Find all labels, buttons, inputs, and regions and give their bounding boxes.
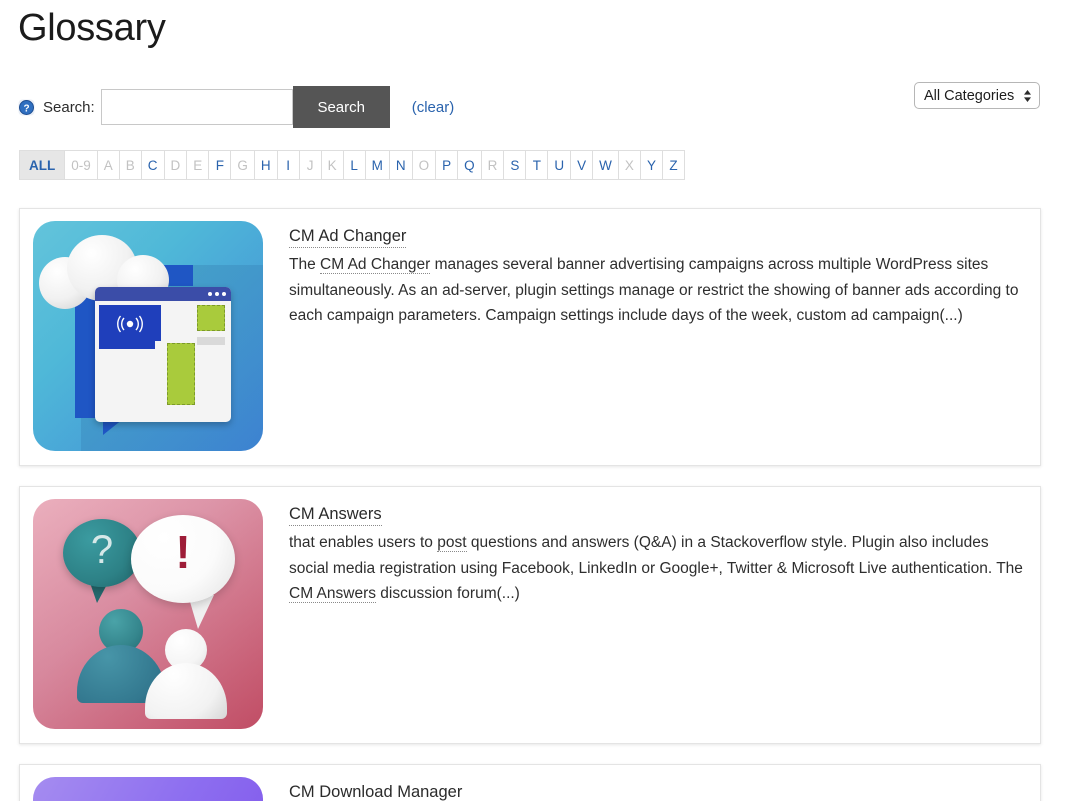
question-bubble-icon: ? — [63, 519, 141, 587]
glossary-term[interactable]: post — [437, 534, 467, 552]
entry-body: CM Download Manager — [289, 777, 1026, 801]
alpha-nav-item-w[interactable]: W — [593, 151, 619, 179]
alpha-nav-item-d: D — [164, 151, 188, 179]
alpha-nav-item-h[interactable]: H — [254, 151, 278, 179]
glossary-term[interactable]: CM Answers — [289, 585, 376, 603]
alpha-nav-item-a: A — [97, 151, 120, 179]
description-text: The — [289, 256, 321, 273]
entry-title-link[interactable]: CM Download Manager — [289, 781, 462, 801]
entry-description: that enables users to post questions and… — [289, 530, 1026, 607]
alpha-nav-item-j: J — [299, 151, 322, 179]
alpha-nav-item-k: K — [321, 151, 344, 179]
alpha-nav-item-s[interactable]: S — [504, 151, 527, 179]
alpha-nav-item-all[interactable]: ALL — [20, 151, 66, 179]
cm-answers-thumbnail[interactable]: ? ! — [33, 499, 263, 729]
alpha-nav-item-o: O — [412, 151, 437, 179]
description-text: that enables users to — [289, 534, 438, 551]
glossary-term[interactable]: CM Ad Changer — [320, 256, 431, 274]
glossary-page: Glossary ? Search: Search (clear) All Ca… — [0, 0, 1070, 801]
alpha-nav-item-p[interactable]: P — [436, 151, 459, 179]
alphabet-nav: ALL 0-9 A B C D E F G H I J K L M N O P Q R S T U V W X Y Z — [19, 150, 685, 180]
entry-description: The CM Ad Changer manages several banner… — [289, 252, 1026, 329]
alpha-nav-item-b: B — [119, 151, 142, 179]
clear-link[interactable]: (clear) — [412, 99, 455, 116]
entry-title-link[interactable]: CM Ad Changer — [289, 225, 407, 248]
search-input[interactable] — [100, 89, 293, 125]
entry-title-link[interactable]: CM Answers — [289, 503, 382, 526]
alpha-nav-item-n[interactable]: N — [389, 151, 413, 179]
person-avatar-icon — [145, 629, 227, 721]
alpha-nav-item-m[interactable]: M — [365, 151, 390, 179]
alpha-nav-item-z[interactable]: Z — [662, 151, 685, 179]
page-title: Glossary — [18, 7, 166, 49]
alpha-nav-item-y[interactable]: Y — [640, 151, 663, 179]
alpha-nav-item-i[interactable]: I — [277, 151, 300, 179]
search-button[interactable]: Search — [292, 86, 390, 128]
svg-text:?: ? — [23, 103, 29, 114]
category-filter: All Categories — [914, 82, 1040, 109]
glossary-entry-card[interactable]: ? ! CM Answers that enables users to pos… — [19, 486, 1041, 744]
alpha-nav-item-r: R — [481, 151, 505, 179]
glossary-entry-card[interactable]: CM Ad Changer The CM Ad Changer manages … — [19, 208, 1041, 466]
exclamation-bubble-icon: ! — [131, 515, 235, 603]
entry-body: CM Ad Changer The CM Ad Changer manages … — [289, 221, 1026, 329]
help-circle-icon[interactable]: ? — [18, 99, 35, 116]
alpha-nav-item-09: 0-9 — [65, 151, 98, 179]
entry-body: CM Answers that enables users to post qu… — [289, 499, 1026, 607]
description-text: discussion forum(...) — [376, 585, 520, 602]
alpha-nav-item-f[interactable]: F — [209, 151, 232, 179]
glossary-entry-list: CM Ad Changer The CM Ad Changer manages … — [19, 208, 1041, 801]
cm-ad-changer-thumbnail[interactable] — [33, 221, 263, 451]
search-label: Search: — [43, 98, 95, 116]
alpha-nav-item-u[interactable]: U — [548, 151, 572, 179]
alpha-nav-item-q[interactable]: Q — [458, 151, 482, 179]
alpha-nav-item-c[interactable]: C — [141, 151, 165, 179]
alpha-nav-item-g: G — [231, 151, 255, 179]
broadcast-icon — [117, 315, 143, 333]
alpha-nav-item-e: E — [187, 151, 210, 179]
alpha-nav-item-x: X — [618, 151, 641, 179]
category-select[interactable]: All Categories — [914, 82, 1040, 109]
alpha-nav-item-t[interactable]: T — [526, 151, 549, 179]
glossary-entry-card[interactable]: CM Download Manager — [19, 764, 1041, 801]
alpha-nav-item-v[interactable]: V — [571, 151, 594, 179]
cm-download-manager-thumbnail[interactable] — [33, 777, 263, 801]
search-row: ? Search: Search (clear) — [18, 86, 454, 128]
alpha-nav-item-l[interactable]: L — [343, 151, 366, 179]
